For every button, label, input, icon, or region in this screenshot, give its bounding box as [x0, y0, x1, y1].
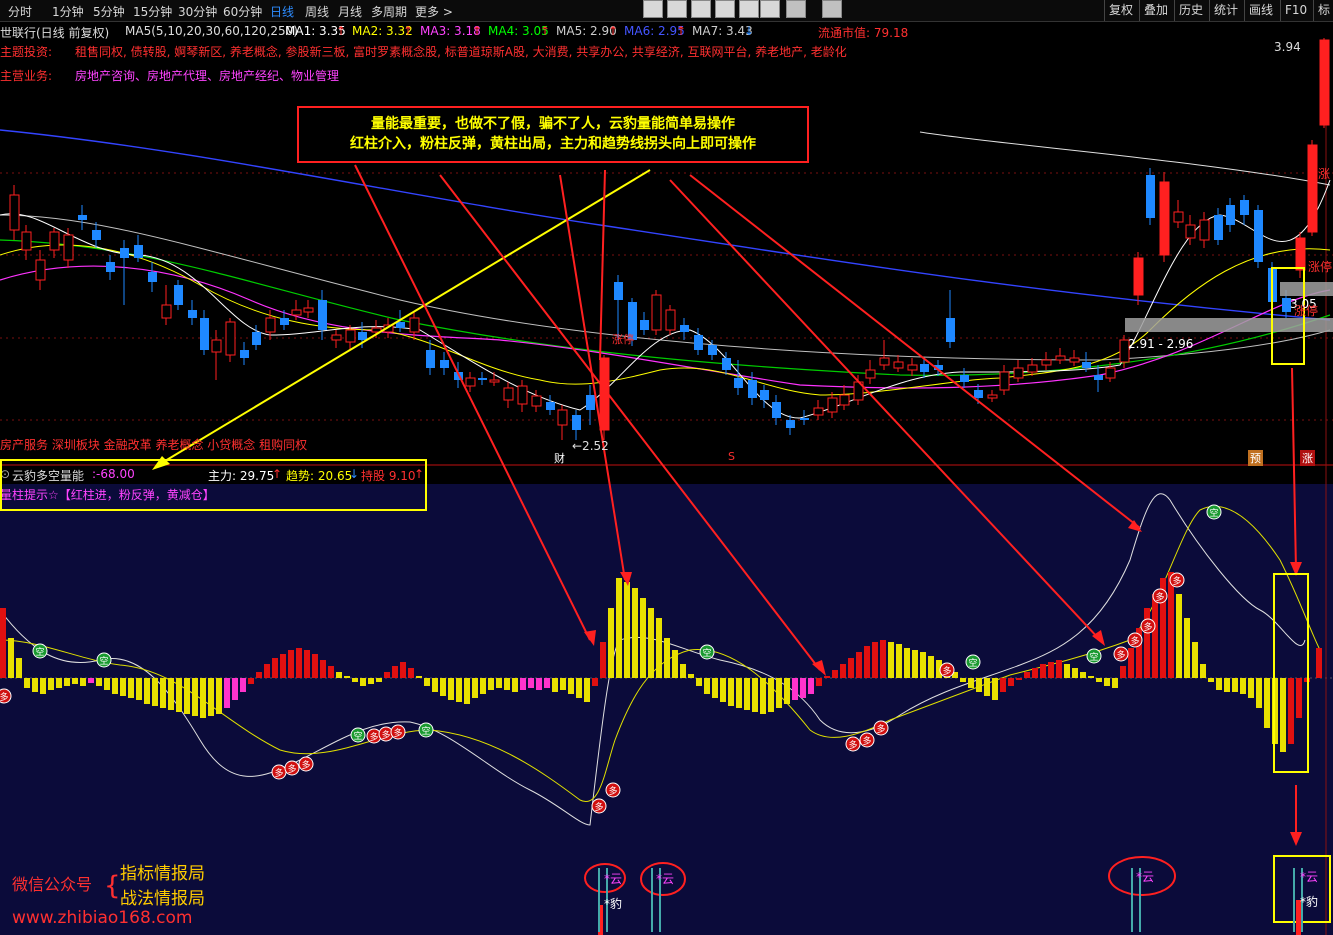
website-url: www.zhibiao168.com: [12, 908, 193, 928]
svg-text:多: 多: [1116, 649, 1125, 661]
event-yu: 预: [1248, 450, 1263, 466]
svg-text:多: 多: [1172, 575, 1181, 587]
svg-text:多: 多: [594, 801, 603, 813]
svg-text:多: 多: [369, 731, 378, 743]
svg-text:多: 多: [876, 723, 885, 735]
svg-text:空: 空: [35, 646, 44, 658]
svg-text:多: 多: [0, 691, 9, 703]
price-low: ←2.52: [572, 439, 609, 453]
yun-mark: *云: [1300, 870, 1319, 884]
ma4-line: [0, 239, 1331, 376]
limit-up-label: 涨停: [1294, 304, 1319, 318]
bao-mark: *豹: [604, 897, 623, 911]
svg-text:空: 空: [421, 725, 430, 737]
yun-mark: *云: [1136, 870, 1155, 884]
svg-text:空: 空: [99, 655, 108, 667]
zhang-label: 涨: [1318, 167, 1331, 181]
svg-text:空: 空: [702, 647, 711, 659]
svg-text:空: 空: [1209, 507, 1218, 519]
event-cai: 财: [554, 452, 565, 465]
svg-text:空: 空: [1089, 651, 1098, 663]
limit-up-label: 涨停: [1308, 260, 1333, 274]
yun-mark: *云: [656, 872, 675, 886]
svg-text:多: 多: [287, 763, 296, 775]
svg-text:多: 多: [862, 735, 871, 747]
wechat-name1: 指标情报局: [120, 864, 205, 884]
bao-mark: *豹: [1300, 895, 1319, 909]
svg-text:多: 多: [608, 785, 617, 797]
svg-text:多: 多: [301, 759, 310, 771]
annotation-box: 量能最重要，也做不了假，骗不了人，云豹量能简单易操作 红柱介入，粉柱反弹，黄柱出…: [297, 106, 809, 163]
svg-text:多: 多: [1143, 621, 1152, 633]
svg-text:空: 空: [353, 730, 362, 742]
annotation-line1: 量能最重要，也做不了假，骗不了人，云豹量能简单易操作: [371, 116, 735, 132]
wechat-name2: 战法情报局: [120, 889, 205, 909]
price-high: 3.94: [1274, 40, 1301, 54]
indicator-header-frame: [0, 459, 427, 511]
svg-text:多: 多: [274, 767, 283, 779]
svg-text:多: 多: [1130, 635, 1139, 647]
wechat-label: 微信公众号: [12, 875, 93, 894]
svg-text:空: 空: [968, 657, 977, 669]
svg-text:多: 多: [1155, 591, 1164, 603]
limit-label: 涨停: [612, 333, 634, 346]
svg-text:多: 多: [848, 739, 857, 751]
svg-text:多: 多: [381, 729, 390, 741]
svg-text:多: 多: [393, 727, 402, 739]
range-label: 2.91 - 2.96: [1128, 337, 1194, 351]
bottom-concepts: 房产服务 深圳板块 金融改革 养老概念 小贷概念 租购同权: [0, 438, 308, 452]
event-s: S: [728, 450, 735, 463]
yun-mark: *云: [604, 872, 623, 886]
candlesticks: [9, 38, 1330, 440]
svg-text:多: 多: [942, 665, 951, 677]
event-zhang: 涨: [1300, 450, 1315, 466]
brace-icon: {: [104, 871, 121, 901]
annotation-line2: 红柱介入，粉柱反弹，黄柱出局，主力和趋势线拐头向上即可操作: [350, 136, 756, 152]
